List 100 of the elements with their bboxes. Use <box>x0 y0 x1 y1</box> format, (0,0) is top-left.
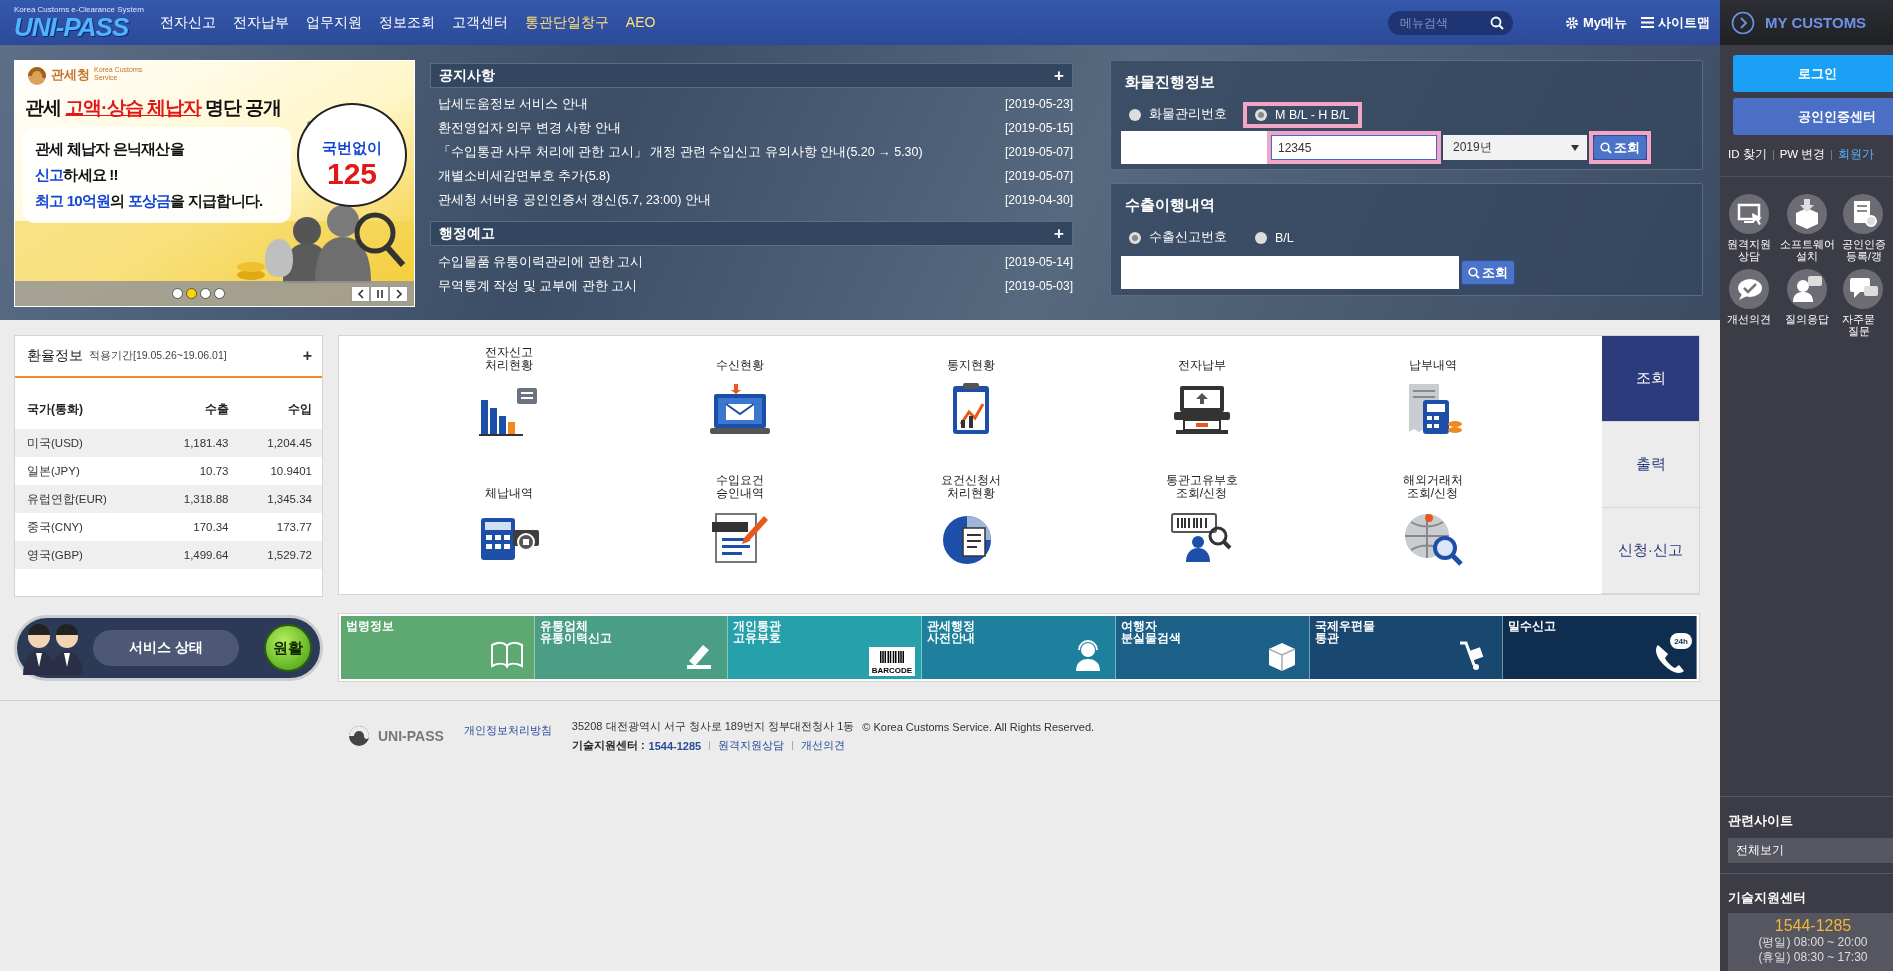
speech-check-icon[interactable] <box>1728 268 1770 310</box>
menu-icon[interactable] <box>1641 17 1654 28</box>
next-button[interactable] <box>389 285 408 302</box>
shortcut-label[interactable]: 개선의견 <box>1727 313 1771 325</box>
search-button[interactable]: 조회 <box>1593 135 1647 160</box>
person-chat-icon[interactable] <box>1786 268 1828 310</box>
service-link[interactable]: 체납내역 <box>484 472 533 500</box>
monitor-cursor-icon[interactable] <box>1728 193 1770 235</box>
previous-button[interactable] <box>351 285 370 302</box>
menu-item[interactable]: 고객센터 <box>451 13 508 32</box>
certificate-icon[interactable] <box>1842 193 1884 235</box>
quick-link-tile[interactable]: 관세행정 사전안내 <box>922 616 1116 679</box>
card-title: 환율정보 <box>27 347 83 365</box>
arrow-circle-icon[interactable] <box>1731 10 1755 35</box>
menu-item[interactable]: 정보조회 <box>378 13 435 32</box>
site-dropdown[interactable]: 전체보기 <box>1728 838 1893 863</box>
carousel-dot[interactable] <box>186 288 197 299</box>
status-label: 서비스 상태 <box>93 630 239 666</box>
input-field[interactable]: 12345 <box>1267 131 1441 164</box>
menu-item[interactable]: 전자납부 <box>232 13 289 32</box>
notice-link[interactable]: 환전영업자 의무 변경 사항 안내 <box>438 119 621 137</box>
panel-title: 화물진행정보 <box>1125 73 1216 92</box>
radio-option[interactable]: 수출신고번호 <box>1117 223 1239 252</box>
carousel-dot[interactable] <box>200 288 211 299</box>
menu-item[interactable]: 업무지원 <box>305 13 362 32</box>
search-icon <box>1468 266 1480 279</box>
support-label: 기술지원센터 : <box>571 738 645 753</box>
shortcut-label[interactable]: 자주묻 질문 <box>1842 313 1875 337</box>
radio-option[interactable]: M B/L - H B/L <box>1243 101 1362 128</box>
tile-label: 법령정보 <box>346 620 394 635</box>
radio-option[interactable]: B/L <box>1243 224 1306 251</box>
pause-button[interactable] <box>370 285 389 302</box>
banner-text: 의 <box>110 192 126 209</box>
carousel-dot[interactable] <box>214 288 225 299</box>
account-link[interactable]: 회원가 <box>1838 147 1875 162</box>
service-link[interactable]: 납부내역 <box>1408 344 1457 372</box>
menu-item[interactable]: 전자신고 <box>159 13 216 32</box>
search-icon[interactable] <box>1489 15 1504 30</box>
search-button[interactable]: 조회 <box>1461 260 1515 285</box>
menu-item[interactable]: 통관단일창구 <box>524 13 609 32</box>
banner-text: 명단 공개 <box>204 97 282 118</box>
privacy-link[interactable]: 개인정보처리방침 <box>463 719 552 753</box>
table-cell-text: 10.73 <box>198 465 229 477</box>
quick-link-tile[interactable]: 여행자 분실물검색 <box>1115 616 1310 679</box>
banner-text: 하세요 !! <box>63 166 118 183</box>
chevron-right-icon <box>394 288 403 299</box>
more-link[interactable]: + <box>1054 65 1064 86</box>
shortcut-label[interactable]: 원격지원 상담 <box>1727 238 1771 262</box>
tile-label: 관세행정 사전안내 <box>927 620 976 647</box>
settings-icon[interactable] <box>1564 15 1579 30</box>
service-link[interactable]: 수신현황 <box>715 344 764 372</box>
carousel-dot[interactable] <box>172 288 183 299</box>
section-title: 공지사항 <box>439 66 495 85</box>
nav-link[interactable]: My메뉴 <box>1582 13 1627 32</box>
year-dropdown[interactable]: 2019년 <box>1443 135 1587 160</box>
banner-text: 최고 10억원 <box>35 192 111 209</box>
service-link[interactable]: 전자납부 <box>1177 344 1226 372</box>
service-link[interactable]: 요건신청서 처리현황 <box>940 472 1001 500</box>
emblem-icon <box>348 725 370 747</box>
shortcut-label[interactable]: 소프트웨어 설치 <box>1779 238 1835 262</box>
search-field[interactable]: 메뉴검색 <box>1387 10 1513 35</box>
side-tab[interactable]: 신청·신고 <box>1602 508 1699 594</box>
radio-option[interactable]: 화물관리번호 <box>1117 100 1239 129</box>
service-link[interactable]: 수입요건 승인내역 <box>715 472 764 500</box>
footer-link[interactable]: 원격지원상담 <box>718 738 785 753</box>
quick-link-tile[interactable]: 개인통관 고유부호 BARCODE <box>728 616 923 679</box>
footer-link[interactable]: 개선의견 <box>801 738 846 753</box>
service-link[interactable]: 통지현황 <box>946 344 995 372</box>
chat-bubbles-icon[interactable] <box>1842 268 1884 310</box>
notice-link[interactable]: 무역통계 작성 및 교부에 관한 고시 <box>438 277 638 295</box>
input-field[interactable] <box>1121 256 1459 289</box>
more-link[interactable]: + <box>302 347 312 365</box>
sidebar-button[interactable]: 공인인증센터 <box>1733 98 1893 135</box>
notice-link[interactable]: 개별소비세감면부호 추가(5.8) <box>438 167 611 185</box>
input-field[interactable] <box>1121 131 1269 164</box>
phone-link[interactable]: 1544-1285 <box>648 739 702 752</box>
shortcut-label[interactable]: 공인인증 등록/갱 <box>1842 238 1886 262</box>
side-tab[interactable]: 출력 <box>1602 422 1699 508</box>
more-link[interactable]: + <box>1054 223 1064 244</box>
table-cell-text: 173.77 <box>275 521 312 533</box>
notice-date: [2019-05-15] <box>1004 121 1073 135</box>
emblem-icon <box>27 66 47 86</box>
notice-link[interactable]: 납세도움정보 서비스 안내 <box>438 95 588 113</box>
tile-label: 개인통관 고유부호 <box>733 620 782 647</box>
menu-item[interactable]: AEO <box>625 13 656 32</box>
nav-link[interactable]: 사이트맵 <box>1658 13 1710 32</box>
banner-text: 관세 체납자 은닉재산을 <box>35 140 184 157</box>
service-link[interactable]: 해외거래처 조회/신청 <box>1402 472 1463 500</box>
notice-link[interactable]: 관세청 서버용 공인인증서 갱신(5.7, 23:00) 안내 <box>438 191 711 209</box>
account-link[interactable]: PW 변경 <box>1779 147 1826 162</box>
notice-link[interactable]: 「수입통관 사무 처리에 관한 고시」 개정 관련 수입신고 유의사항 안내(5.20 → 5.30) <box>438 143 923 161</box>
quick-link-tile[interactable]: 밀수신고 24h <box>1503 616 1698 679</box>
shortcut-label[interactable]: 질의응답 <box>1785 313 1829 325</box>
agency-name: 관세청 <box>51 66 90 84</box>
account-link[interactable]: ID 찾기 <box>1728 147 1767 162</box>
service-link[interactable]: 전자신고 처리현황 <box>484 344 533 372</box>
quick-link-tile[interactable]: 국제우편물 통관 <box>1309 616 1504 679</box>
side-tab[interactable]: 조회 <box>1602 336 1699 422</box>
service-link[interactable]: 통관고유부호 조회/신청 <box>1165 472 1238 500</box>
notice-link[interactable]: 수입물품 유통이력관리에 관한 고시 <box>438 253 644 271</box>
